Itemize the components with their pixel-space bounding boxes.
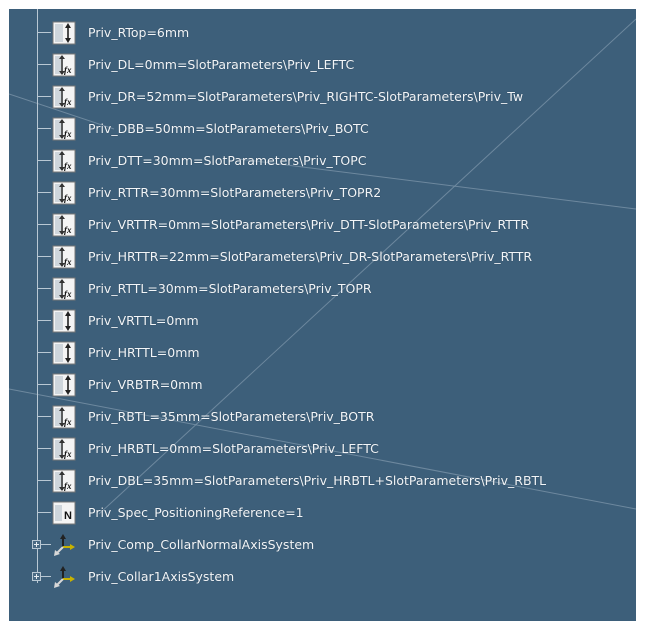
tree-node-label[interactable]: Priv_RTTL=30mm=SlotParameters\Priv_TOPR: [88, 280, 372, 298]
integer-parameter-icon[interactable]: N: [51, 500, 77, 526]
svg-text:fx: fx: [64, 161, 72, 171]
tree-node-label[interactable]: Priv_RTTR=30mm=SlotParameters\Priv_TOPR2: [88, 184, 381, 202]
tree-node[interactable]: Priv_VRBTR=0mm: [9, 369, 636, 401]
tree-branch-line: [37, 448, 51, 449]
tree-branch-line: [37, 384, 51, 385]
tree-node-label[interactable]: Priv_DR=52mm=SlotParameters\Priv_RIGHTC-…: [88, 88, 523, 106]
tree-node-label[interactable]: Priv_RBTL=35mm=SlotParameters\Priv_BOTR: [88, 408, 374, 426]
tree-node-label[interactable]: Priv_DBL=35mm=SlotParameters\Priv_HRBTL+…: [88, 472, 546, 490]
tree-node[interactable]: fx Priv_DBB=50mm=SlotParameters\Priv_BOTC: [9, 113, 636, 145]
tree-node[interactable]: fx Priv_HRBTL=0mm=SlotParameters\Priv_LEF…: [9, 433, 636, 465]
tree-branch-line: [37, 64, 51, 65]
tree-branch-line: [37, 352, 51, 353]
tree-branch-line: [37, 32, 51, 33]
tree-branch-line: [37, 160, 51, 161]
tree-branch-line: [37, 96, 51, 97]
length-parameter-icon[interactable]: [51, 308, 77, 334]
svg-text:N: N: [64, 510, 72, 522]
tree-branch-line: [37, 288, 51, 289]
tree-node-label[interactable]: Priv_HRBTL=0mm=SlotParameters\Priv_LEFTC: [88, 440, 379, 458]
tree-node-label[interactable]: Priv_Comp_CollarNormalAxisSystem: [88, 536, 314, 554]
tree-branch-line: [37, 128, 51, 129]
tree-node[interactable]: Priv_Collar1AxisSystem: [9, 561, 636, 593]
formula-parameter-icon[interactable]: fx: [51, 148, 77, 174]
formula-parameter-icon[interactable]: fx: [51, 212, 77, 238]
axis-system-icon[interactable]: [51, 532, 77, 558]
formula-parameter-icon[interactable]: fx: [51, 180, 77, 206]
tree-node-label[interactable]: Priv_HRTTL=0mm: [88, 344, 200, 362]
expand-plus-icon[interactable]: [32, 540, 41, 549]
tree-node[interactable]: fx Priv_RTTR=30mm=SlotParameters\Priv_TOP…: [9, 177, 636, 209]
formula-parameter-icon[interactable]: fx: [51, 52, 77, 78]
svg-text:fx: fx: [64, 129, 72, 139]
length-parameter-icon[interactable]: [51, 20, 77, 46]
tree-node[interactable]: fx Priv_DTT=30mm=SlotParameters\Priv_TOPC: [9, 145, 636, 177]
tree-node-label[interactable]: Priv_VRTTL=0mm: [88, 312, 199, 330]
tree-node[interactable]: fx Priv_DR=52mm=SlotParameters\Priv_RIGHT…: [9, 81, 636, 113]
tree-branch-line: [37, 512, 51, 513]
tree-branch-line: [37, 192, 51, 193]
tree-node[interactable]: Priv_RTop=6mm: [9, 17, 636, 49]
tree-branch-line: [37, 320, 51, 321]
svg-text:fx: fx: [64, 257, 72, 267]
tree-node[interactable]: fx Priv_HRTTR=22mm=SlotParameters\Priv_DR…: [9, 241, 636, 273]
svg-text:fx: fx: [64, 225, 72, 235]
tree-node[interactable]: Priv_Comp_CollarNormalAxisSystem: [9, 529, 636, 561]
tree-node[interactable]: N Priv_Spec_PositioningReference=1: [9, 497, 636, 529]
tree-branch-line: [37, 224, 51, 225]
3d-viewer-background: Priv_RTop=6mmfx Priv_DL=0mm=SlotParameter…: [9, 9, 636, 621]
svg-text:fx: fx: [64, 193, 72, 203]
tree-node[interactable]: fx Priv_RBTL=35mm=SlotParameters\Priv_BOT…: [9, 401, 636, 433]
length-parameter-icon[interactable]: [51, 372, 77, 398]
formula-parameter-icon[interactable]: fx: [51, 468, 77, 494]
tree-branch-line: [41, 576, 51, 577]
tree-node-label[interactable]: Priv_VRTTR=0mm=SlotParameters\Priv_DTT-S…: [88, 216, 529, 234]
tree-node-label[interactable]: Priv_HRTTR=22mm=SlotParameters\Priv_DR-S…: [88, 248, 532, 266]
tree-node-label[interactable]: Priv_RTop=6mm: [88, 24, 189, 42]
tree-node[interactable]: fx Priv_VRTTR=0mm=SlotParameters\Priv_DTT…: [9, 209, 636, 241]
tree-node-label[interactable]: Priv_DBB=50mm=SlotParameters\Priv_BOTC: [88, 120, 369, 138]
tree-node[interactable]: Priv_VRTTL=0mm: [9, 305, 636, 337]
svg-text:fx: fx: [64, 417, 72, 427]
tree-branch-line: [37, 480, 51, 481]
formula-parameter-icon[interactable]: fx: [51, 436, 77, 462]
formula-parameter-icon[interactable]: fx: [51, 84, 77, 110]
tree-branch-line: [37, 416, 51, 417]
svg-text:fx: fx: [64, 289, 72, 299]
formula-parameter-icon[interactable]: fx: [51, 116, 77, 142]
tree-node-label[interactable]: Priv_Spec_PositioningReference=1: [88, 504, 304, 522]
tree-node-label[interactable]: Priv_DL=0mm=SlotParameters\Priv_LEFTC: [88, 56, 354, 74]
tree-node[interactable]: fx Priv_DBL=35mm=SlotParameters\Priv_HRBT…: [9, 465, 636, 497]
length-parameter-icon[interactable]: [51, 340, 77, 366]
tree-branch-line: [41, 544, 51, 545]
svg-text:fx: fx: [64, 65, 72, 75]
tree-node-label[interactable]: Priv_DTT=30mm=SlotParameters\Priv_TOPC: [88, 152, 367, 170]
svg-text:fx: fx: [64, 449, 72, 459]
tree-node[interactable]: fx Priv_RTTL=30mm=SlotParameters\Priv_TOP…: [9, 273, 636, 305]
expand-plus-icon[interactable]: [32, 572, 41, 581]
tree-node-label[interactable]: Priv_Collar1AxisSystem: [88, 568, 234, 586]
formula-parameter-icon[interactable]: fx: [51, 404, 77, 430]
tree-node[interactable]: Priv_HRTTL=0mm: [9, 337, 636, 369]
formula-parameter-icon[interactable]: fx: [51, 276, 77, 302]
svg-text:fx: fx: [64, 481, 72, 491]
svg-text:fx: fx: [64, 97, 72, 107]
tree-node-label[interactable]: Priv_VRBTR=0mm: [88, 376, 203, 394]
formula-parameter-icon[interactable]: fx: [51, 244, 77, 270]
axis-system-icon[interactable]: [51, 564, 77, 590]
tree-node[interactable]: fx Priv_DL=0mm=SlotParameters\Priv_LEFTC: [9, 49, 636, 81]
tree-branch-line: [37, 256, 51, 257]
